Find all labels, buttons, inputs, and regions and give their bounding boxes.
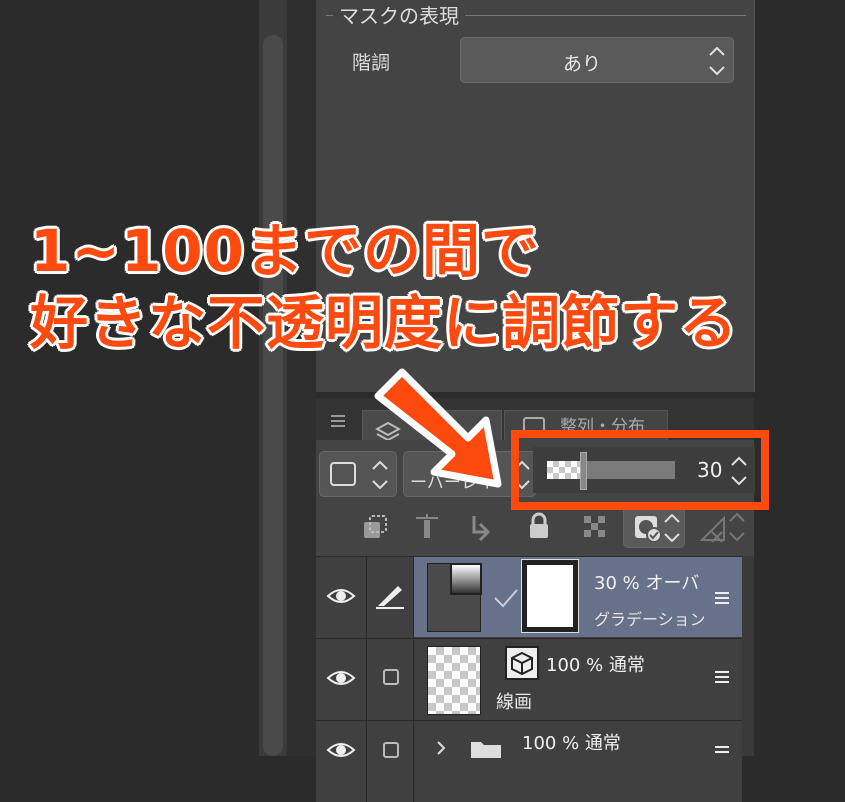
cube-icon [505,646,539,680]
mask-toggle[interactable] [623,506,685,548]
gradation-value: あり [562,53,601,75]
ruler-mask-icon[interactable] [698,510,748,546]
transparency-lock-icon[interactable] [580,512,610,542]
panel-gap [287,0,316,756]
eye-icon[interactable] [326,586,356,606]
edit-target-cell[interactable] [366,638,414,720]
visibility-cell[interactable] [316,720,366,802]
gradation-select[interactable]: あり [460,37,734,83]
check-icon [494,589,518,608]
arrow-icon [374,368,502,488]
layer-name: グラデーション [594,610,704,629]
layer-opacity-text: 100 % 通常 [546,655,645,676]
visibility-cell[interactable] [316,638,366,720]
highlight-box [511,430,769,510]
menu-icon[interactable] [714,670,730,684]
gradation-label: 階調 [352,52,391,74]
updown-icon[interactable] [707,44,727,78]
scrollbar-thumb[interactable] [263,35,283,756]
edit-target-cell[interactable] [366,720,414,802]
mask-thumbnail [527,565,573,627]
chevron-right-icon[interactable] [435,740,447,756]
layer-thumbnail [427,646,481,715]
mask-section-title: マスクの表現 [333,4,465,28]
eye-icon[interactable] [326,740,356,760]
annotation-line-1: 1~100までの間で [30,217,541,285]
folder-icon [471,742,501,758]
mask-icon [635,516,662,543]
clip-icon[interactable] [466,512,496,542]
panel-menu-icon[interactable] [330,414,346,428]
edit-target-cell[interactable] [366,556,414,638]
layer-name: 線画 [496,692,532,713]
lighthouse-icon[interactable] [412,512,442,542]
layer-opacity-text: 100 % 通常 [522,733,621,754]
menu-icon[interactable] [714,591,730,605]
visibility-cell[interactable] [316,556,366,638]
edit-checkbox[interactable] [383,669,399,685]
reference-layer-icon[interactable] [362,514,388,540]
updown-icon [664,513,680,543]
pen-icon [376,586,404,609]
eye-icon[interactable] [326,668,356,688]
gradient-icon [450,563,482,595]
lock-icon[interactable] [526,512,552,540]
layer-color-swatch [330,462,356,486]
mask-thumbnail-frame [521,559,579,633]
menu-icon[interactable] [714,745,730,756]
layer-opacity-text: 30 % オーバ [594,573,700,594]
annotation-line-2: 好きな不透明度に調節する [30,289,739,357]
